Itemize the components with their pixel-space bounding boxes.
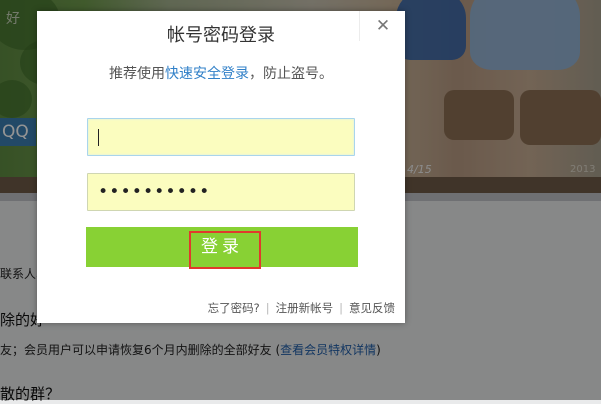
password-input[interactable]: ••••••••••	[87, 173, 355, 211]
username-input[interactable]	[87, 118, 355, 156]
dialog-footer-links: 忘了密码? | 注册新帐号 | 意见反馈	[37, 300, 405, 316]
password-mask: ••••••••••	[98, 182, 211, 202]
login-dialog: ✕ 帐号密码登录 推荐使用快速安全登录，防止盗号。 •••••••••• 登录 …	[37, 11, 405, 323]
login-button[interactable]: 登录	[86, 227, 358, 267]
feedback-link[interactable]: 意见反馈	[349, 301, 395, 315]
link-separator: |	[339, 301, 343, 315]
subtitle-text: 推荐使用	[109, 66, 165, 82]
dialog-subtitle: 推荐使用快速安全登录，防止盗号。	[37, 63, 405, 83]
dialog-title: 帐号密码登录	[167, 25, 275, 46]
register-link[interactable]: 注册新帐号	[276, 301, 334, 315]
forgot-password-link[interactable]: 忘了密码?	[208, 301, 260, 315]
text-caret	[98, 129, 99, 146]
quick-login-link[interactable]: 快速安全登录	[165, 66, 249, 82]
link-separator: |	[265, 301, 270, 315]
subtitle-text: ，防止盗号。	[249, 66, 333, 82]
